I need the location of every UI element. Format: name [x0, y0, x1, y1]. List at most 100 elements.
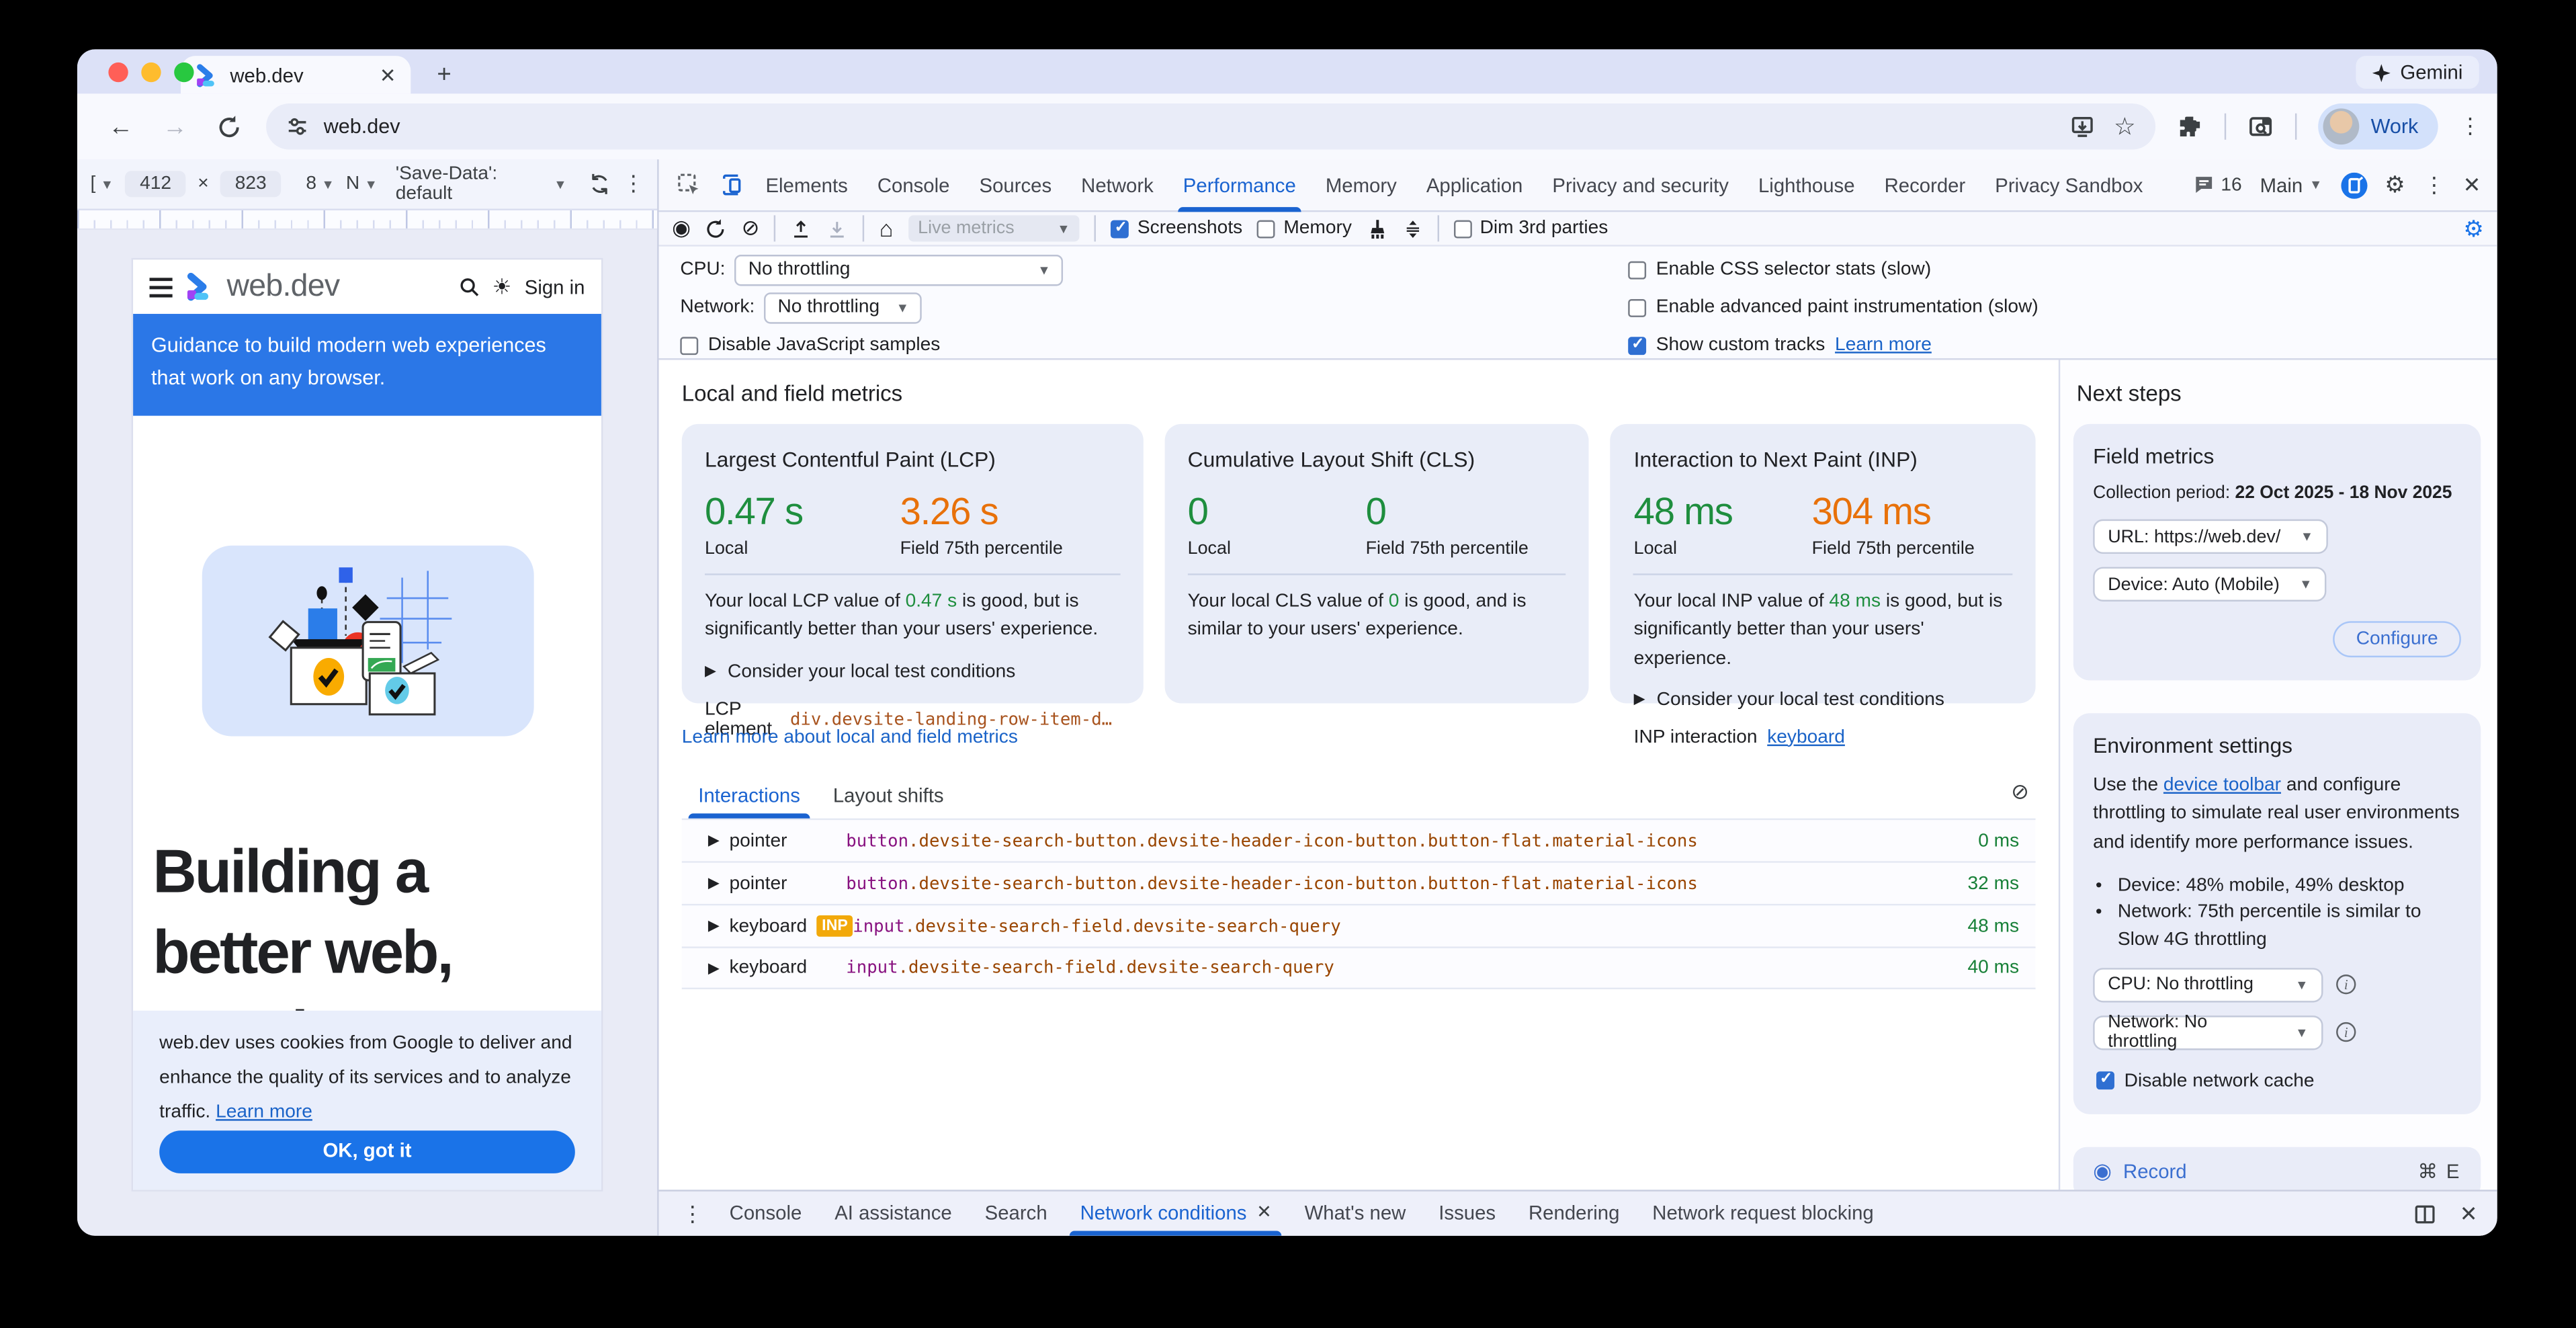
- profile-chip[interactable]: Work: [2318, 103, 2438, 149]
- info-icon[interactable]: i: [2336, 975, 2356, 995]
- inp-interaction-link[interactable]: keyboard: [1767, 728, 1845, 747]
- url-text[interactable]: web.dev: [324, 115, 2055, 138]
- garbage-collect-icon[interactable]: [1367, 218, 1388, 239]
- custom-tracks-learn-more-link[interactable]: Learn more: [1835, 335, 1932, 355]
- env-cpu-select[interactable]: CPU: No throttling▼: [2093, 968, 2323, 1002]
- browser-menu-icon[interactable]: ⋮: [2459, 114, 2481, 140]
- tab-memory[interactable]: Memory: [1311, 159, 1412, 211]
- record-icon[interactable]: ◉: [672, 215, 691, 241]
- tab-performance[interactable]: Performance: [1168, 159, 1311, 211]
- inp-consider-toggle[interactable]: ▶Consider your local test conditions: [1634, 690, 2013, 709]
- tab-sources[interactable]: Sources: [964, 159, 1066, 211]
- device-toolbar-toggle-icon[interactable]: [710, 173, 750, 198]
- tab-privacy-security[interactable]: Privacy and security: [1537, 159, 1744, 211]
- custom-tracks-row[interactable]: Show custom tracks Learn more: [1628, 329, 1932, 362]
- cookie-ok-button[interactable]: OK, got it: [159, 1130, 575, 1173]
- lcp-consider-toggle[interactable]: ▶Consider your local test conditions: [705, 661, 1120, 681]
- upload-profile-icon[interactable]: [791, 218, 812, 239]
- minimize-window-button[interactable]: [141, 63, 161, 82]
- dim-3rd-parties-checkbox[interactable]: [1454, 219, 1472, 237]
- issues-counter[interactable]: 16: [2193, 174, 2242, 196]
- dock-side-icon[interactable]: [2413, 1202, 2436, 1225]
- drawer-menu-icon[interactable]: ⋮: [672, 1200, 713, 1227]
- memory-checkbox[interactable]: [1257, 219, 1275, 237]
- disable-js-checkbox[interactable]: [680, 336, 698, 354]
- device-height-input[interactable]: 823: [220, 171, 282, 197]
- emulation-indicator-icon[interactable]: [2340, 172, 2366, 198]
- live-metrics-home-icon[interactable]: ⌂: [879, 215, 894, 241]
- close-drawer-tab-icon[interactable]: ✕: [1256, 1192, 1272, 1236]
- field-device-select[interactable]: Device: Auto (Mobile)▼: [2093, 567, 2327, 601]
- throttling-select[interactable]: N▼: [346, 174, 378, 194]
- screenshots-checkbox-row[interactable]: Screenshots: [1111, 218, 1242, 238]
- drawer-tab-whats-new[interactable]: What's new: [1288, 1192, 1422, 1236]
- info-icon[interactable]: i: [2336, 1023, 2356, 1042]
- install-icon[interactable]: [2069, 114, 2094, 139]
- tab-network[interactable]: Network: [1066, 159, 1168, 211]
- maximize-window-button[interactable]: [174, 63, 194, 82]
- drawer-tab-search[interactable]: Search: [968, 1192, 1064, 1236]
- rotate-device-icon[interactable]: [588, 173, 611, 196]
- disable-js-row[interactable]: Disable JavaScript samples: [680, 329, 940, 362]
- row-disclosure-icon[interactable]: ▶: [708, 874, 720, 893]
- cookie-learn-more-link[interactable]: Learn more: [216, 1102, 312, 1122]
- interaction-row[interactable]: ▶keyboard input.devsite-search-field.dev…: [682, 946, 2036, 989]
- collapse-expand-icon[interactable]: [1403, 218, 1422, 239]
- devtools-menu-icon[interactable]: ⋮: [2423, 172, 2445, 198]
- inspect-icon[interactable]: [669, 173, 710, 198]
- extensions-icon[interactable]: [2177, 114, 2203, 140]
- close-tab-icon[interactable]: ✕: [380, 63, 396, 86]
- forward-button[interactable]: →: [148, 112, 202, 140]
- env-network-select[interactable]: Network: No throttling▼: [2093, 1015, 2323, 1050]
- side-panel-search-icon[interactable]: [2247, 114, 2274, 140]
- paint-instrumentation-row[interactable]: Enable advanced paint instrumentation (s…: [1628, 291, 2038, 324]
- css-selector-stats-row[interactable]: Enable CSS selector stats (slow): [1628, 253, 1931, 286]
- gemini-button[interactable]: Gemini: [2356, 56, 2479, 89]
- zoom-select[interactable]: 8▼: [306, 174, 334, 194]
- record-reload-icon[interactable]: [705, 218, 727, 239]
- disable-cache-row[interactable]: Disable network cache: [2096, 1071, 2461, 1091]
- row-disclosure-icon[interactable]: ▶: [708, 831, 720, 849]
- device-toolbar-link[interactable]: device toolbar: [2163, 776, 2281, 795]
- reload-button[interactable]: [202, 114, 257, 139]
- network-throttling-select[interactable]: No throttling▼: [765, 292, 922, 323]
- cpu-throttling-select[interactable]: No throttling▼: [735, 254, 1064, 285]
- back-button[interactable]: ←: [93, 112, 148, 140]
- browser-tab[interactable]: web.dev ✕: [181, 56, 411, 93]
- record-button[interactable]: ◉ Record ⌘ E: [2073, 1147, 2481, 1190]
- capture-settings-icon[interactable]: ⚙: [2463, 214, 2484, 243]
- device-type-select[interactable]: [▼: [90, 174, 114, 194]
- drawer-tab-ai-assistance[interactable]: AI assistance: [818, 1192, 968, 1236]
- drawer-tab-console[interactable]: Console: [713, 1192, 818, 1236]
- clear-interactions-icon[interactable]: ⊘: [2011, 779, 2029, 805]
- custom-tracks-checkbox[interactable]: [1628, 336, 1646, 354]
- css-selector-stats-checkbox[interactable]: [1628, 261, 1646, 279]
- lcp-element-link[interactable]: div.devsite-landing-row-item-d…: [782, 708, 1121, 731]
- webdev-logo-icon[interactable]: [185, 273, 214, 301]
- search-icon[interactable]: [458, 276, 479, 298]
- site-settings-icon[interactable]: [286, 115, 308, 138]
- device-width-input[interactable]: 412: [125, 171, 186, 197]
- configure-button[interactable]: Configure: [2333, 621, 2460, 657]
- paint-instrumentation-checkbox[interactable]: [1628, 298, 1646, 317]
- close-drawer-icon[interactable]: ✕: [2460, 1200, 2478, 1227]
- device-toolbar-menu-icon[interactable]: ⋮: [623, 171, 644, 197]
- new-tab-button[interactable]: +: [427, 60, 462, 89]
- tab-privacy-sandbox[interactable]: Privacy Sandbox: [1980, 159, 2157, 211]
- bookmark-star-icon[interactable]: ☆: [2114, 112, 2136, 141]
- drawer-tab-network-request-blocking[interactable]: Network request blocking: [1636, 1192, 1890, 1236]
- drawer-tab-network-conditions[interactable]: Network conditions✕: [1064, 1192, 1288, 1236]
- memory-checkbox-row[interactable]: Memory: [1257, 218, 1352, 238]
- screenshots-checkbox[interactable]: [1111, 219, 1129, 237]
- tab-application[interactable]: Application: [1412, 159, 1538, 211]
- hamburger-menu-icon[interactable]: [150, 277, 173, 296]
- drawer-tab-rendering[interactable]: Rendering: [1512, 1192, 1636, 1236]
- clear-icon[interactable]: ⊘: [742, 215, 760, 241]
- field-url-select[interactable]: URL: https://web.dev/▼: [2093, 520, 2328, 554]
- tab-layout-shifts[interactable]: Layout shifts: [816, 776, 960, 819]
- tab-lighthouse[interactable]: Lighthouse: [1744, 159, 1870, 211]
- drawer-tab-issues[interactable]: Issues: [1422, 1192, 1512, 1236]
- dim-3rd-parties-row[interactable]: Dim 3rd parties: [1454, 218, 1608, 238]
- context-selector[interactable]: Main▼: [2260, 173, 2323, 196]
- tab-interactions[interactable]: Interactions: [682, 776, 817, 819]
